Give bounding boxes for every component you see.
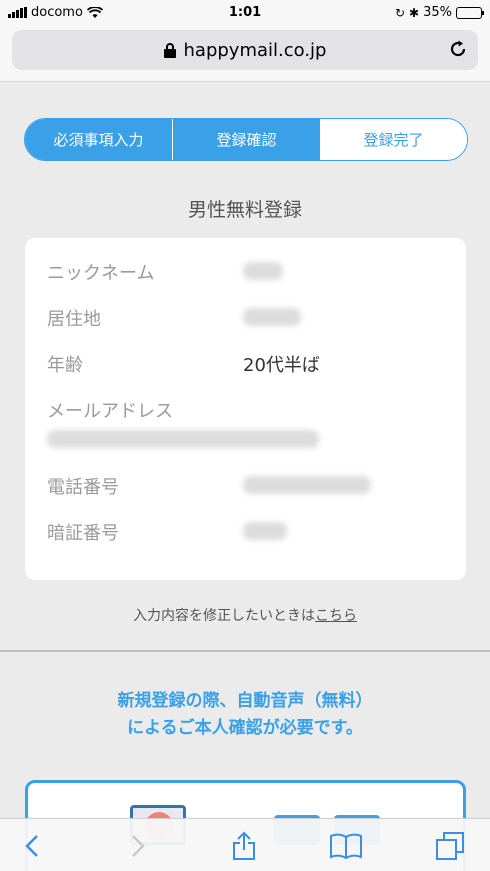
phone-value-redacted bbox=[243, 476, 371, 494]
bluetooth-icon: ✱ bbox=[409, 5, 420, 20]
back-button[interactable] bbox=[12, 829, 52, 863]
edit-note-text: 入力内容を修正したいときは bbox=[133, 608, 315, 624]
forward-icon bbox=[132, 835, 145, 857]
tabs-button[interactable] bbox=[430, 829, 470, 863]
status-bar: docomo 1:01 ↻ ✱ 35% bbox=[0, 0, 490, 26]
email-value-redacted bbox=[47, 430, 319, 448]
browser-chrome: happymail.co.jp bbox=[0, 26, 490, 82]
registration-steps: 必須事項入力 登録確認 登録完了 bbox=[24, 118, 468, 161]
share-button[interactable] bbox=[224, 829, 264, 863]
battery-icon bbox=[456, 6, 484, 19]
notice-line-1: 新規登録の際、自動音声（無料） bbox=[117, 691, 373, 711]
back-icon bbox=[25, 835, 38, 857]
residence-value-redacted bbox=[243, 308, 301, 326]
step-required-input: 必須事項入力 bbox=[25, 119, 172, 160]
edit-link[interactable]: こちら bbox=[315, 608, 357, 624]
age-label: 年齢 bbox=[47, 355, 83, 376]
lock-icon bbox=[163, 43, 176, 58]
reload-icon[interactable] bbox=[448, 39, 468, 59]
page-title: 男性無料登録 bbox=[187, 199, 302, 221]
step-confirm: 登録確認 bbox=[172, 119, 320, 160]
email-label: メールアドレス bbox=[47, 401, 173, 422]
step-complete: 登録完了 bbox=[320, 119, 467, 160]
notice-line-2: によるご本人確認が必要です。 bbox=[127, 718, 363, 739]
bookmarks-icon bbox=[330, 833, 362, 860]
orientation-lock-icon: ↻ bbox=[394, 5, 406, 20]
address-bar[interactable]: happymail.co.jp bbox=[12, 30, 478, 70]
browser-toolbar bbox=[0, 818, 490, 871]
age-value: 20代半ば bbox=[243, 355, 320, 376]
bookmarks-button[interactable] bbox=[326, 829, 366, 863]
verification-notice: 新規登録の際、自動音声（無料） によるご本人確認が必要です。 bbox=[0, 688, 490, 742]
residence-label: 居住地 bbox=[47, 309, 101, 330]
pin-value-redacted bbox=[243, 522, 287, 540]
edit-note: 入力内容を修正したいときはこちら bbox=[0, 605, 490, 625]
phone-label: 電話番号 bbox=[47, 477, 119, 498]
url-text: happymail.co.jp bbox=[183, 40, 327, 61]
forward-button[interactable] bbox=[118, 829, 158, 863]
battery-percent: 35% bbox=[423, 5, 452, 20]
tabs-icon bbox=[436, 832, 464, 860]
nickname-label: ニックネーム bbox=[47, 263, 155, 284]
nickname-value-redacted bbox=[243, 262, 283, 280]
profile-card: ニックネーム 居住地 年齢 20代半ば メールアドレス 電話番号 暗証番号 bbox=[25, 238, 466, 580]
pin-label: 暗証番号 bbox=[47, 523, 119, 544]
share-icon bbox=[233, 831, 255, 860]
section-divider bbox=[0, 650, 490, 652]
